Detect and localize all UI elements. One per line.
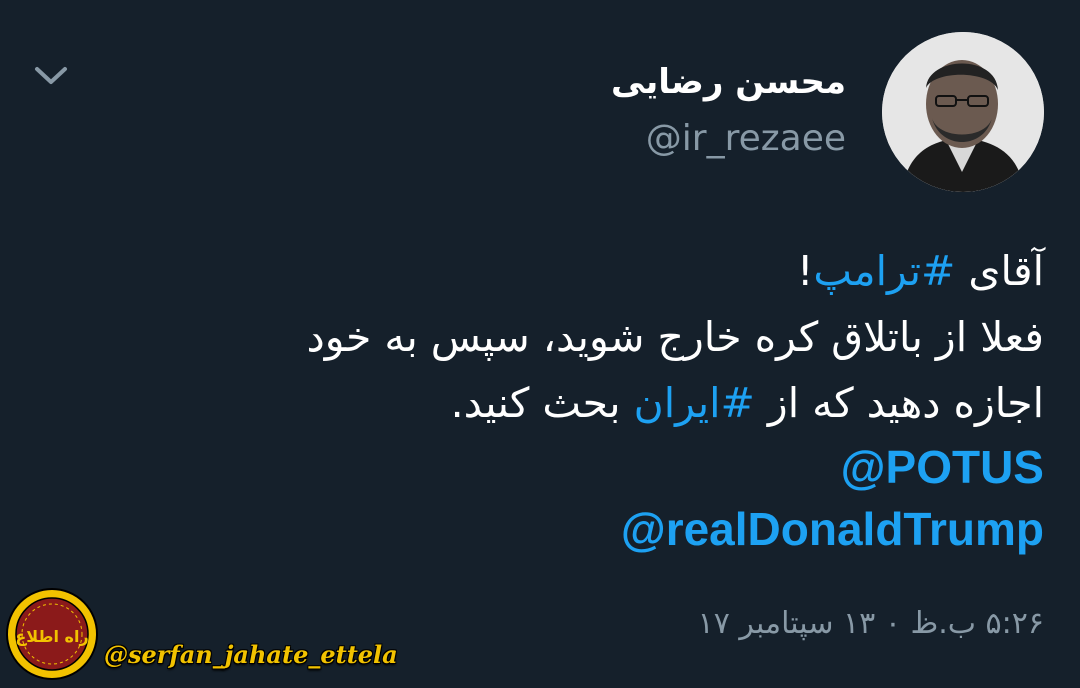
user-avatar-photo-icon [882,32,1044,192]
chevron-down-icon[interactable] [32,60,70,90]
watermark-handle: @serfan_jahate_ettela [104,640,398,669]
display-name[interactable]: محسن رضایی [611,62,846,102]
avatar[interactable] [882,32,1044,192]
mention-realdonaldtrump-link[interactable]: @realDonaldTrump [84,498,1044,560]
tweet-line-3-suffix: بحث کنید. [450,379,634,427]
tweet-line-3-prefix: اجازه دهید که از [754,379,1044,427]
hashtag-iran-link[interactable]: #ایران [634,379,755,427]
channel-logo-icon: راه اطلاع [6,588,98,680]
tweet-text: آقای #ترامپ! فعلا از باتلاق کره خارج شوی… [84,238,1044,560]
tweet-line-1-suffix: ! [796,247,814,295]
tweet-timestamp[interactable]: ۵:۲۶ ب.ظ ۰ ۱۳ سپتامبر ۱۷ [698,606,1044,641]
hashtag-trump-link[interactable]: #ترامپ [813,247,955,295]
tweet-line-3: اجازه دهید که از #ایران بحث کنید. [84,370,1044,436]
mention-potus-link[interactable]: @POTUS [84,436,1044,498]
tweet-line-1-prefix: آقای [955,247,1044,295]
tweet-line-1: آقای #ترامپ! [84,238,1044,304]
logo-lettering: راه اطلاع [15,627,88,646]
tweet-line-2: فعلا از باتلاق کره خارج شوید، سپس به خود [306,313,1044,361]
user-handle[interactable]: @ir_rezaee [646,118,846,159]
